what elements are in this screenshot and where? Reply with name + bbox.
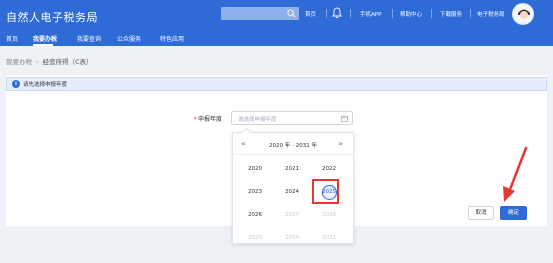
notice-bar: i 请先选择申报年度: [6, 77, 547, 91]
year-cell-2031: 2031: [322, 235, 336, 241]
mobile-app-link[interactable]: 手机APP: [360, 10, 381, 18]
help-center-link[interactable]: 帮助中心: [400, 10, 422, 18]
next-decade-button[interactable]: »: [338, 139, 343, 148]
search-input[interactable]: [221, 7, 299, 20]
picker-divider: [233, 154, 353, 155]
info-icon: i: [12, 80, 20, 88]
nav-item-public-service[interactable]: 公众服务: [117, 34, 141, 43]
red-arrow-icon: [503, 146, 528, 202]
year-input-placeholder: 请选择申报年度: [238, 117, 277, 123]
year-field-label: *申报年度: [194, 114, 222, 123]
picker-range-label: 2020 年 - 2031 年: [269, 143, 317, 149]
nav-item-featured-apps[interactable]: 特色应用: [160, 34, 184, 43]
site-title: 自然人电子税务局: [6, 11, 98, 24]
confirm-button[interactable]: 确定: [500, 206, 527, 220]
my-bureau-link[interactable]: 电子税务局: [477, 10, 505, 18]
calendar-icon[interactable]: [341, 115, 348, 122]
user-avatar-icon: [514, 5, 533, 24]
notice-text: 请先选择申报年度: [23, 82, 68, 88]
year-cell-2023[interactable]: 2023: [243, 189, 267, 195]
breadcrumb: 我要办税 › 经营所得（C表）: [6, 56, 93, 66]
download-link[interactable]: 下载服务: [440, 10, 462, 18]
nav-item-query[interactable]: 我要查询: [77, 34, 101, 43]
year-cell-2026[interactable]: 2026: [243, 212, 267, 218]
divider: [392, 9, 393, 18]
divider: [470, 9, 471, 18]
cancel-button[interactable]: 取消: [468, 206, 494, 220]
breadcrumb-current: 经营所得（C表）: [42, 58, 93, 66]
divider: [431, 9, 432, 18]
year-cell-2022[interactable]: 2022: [317, 166, 341, 172]
top-bar: 自然人电子税务局 首页 手机APP 帮助中心 下载服务 电子税务局: [0, 0, 553, 32]
nav-item-home[interactable]: 首页: [6, 34, 18, 43]
year-cell-2028: 2028: [322, 212, 336, 218]
search-icon[interactable]: [287, 9, 296, 18]
nav-item-tax-handling[interactable]: 我要办税: [33, 34, 57, 43]
year-cell-2021[interactable]: 2021: [280, 166, 304, 172]
red-highlight-box: [312, 179, 339, 204]
year-cell-2030: 2030: [285, 235, 299, 241]
year-cell-2027: 2027: [285, 212, 299, 218]
year-cell-2020[interactable]: 2020: [243, 166, 267, 172]
required-marker: *: [194, 116, 197, 123]
year-label-text: 申报年度: [198, 116, 223, 123]
nav-active-indicator: [33, 44, 53, 46]
breadcrumb-parent[interactable]: 我要办税: [6, 58, 32, 66]
bell-icon[interactable]: [332, 7, 342, 19]
avatar[interactable]: [512, 3, 534, 25]
divider: [326, 9, 327, 18]
main-nav: 首页 我要办税 我要查询 公众服务 特色应用: [0, 32, 553, 46]
year-select-input[interactable]: 请选择申报年度: [231, 111, 353, 125]
year-cell-2024[interactable]: 2024: [280, 189, 304, 195]
home-link[interactable]: 首页: [305, 10, 316, 18]
year-cell-2029: 2029: [248, 235, 262, 241]
breadcrumb-separator-icon: ›: [36, 58, 39, 66]
divider: [350, 9, 351, 18]
